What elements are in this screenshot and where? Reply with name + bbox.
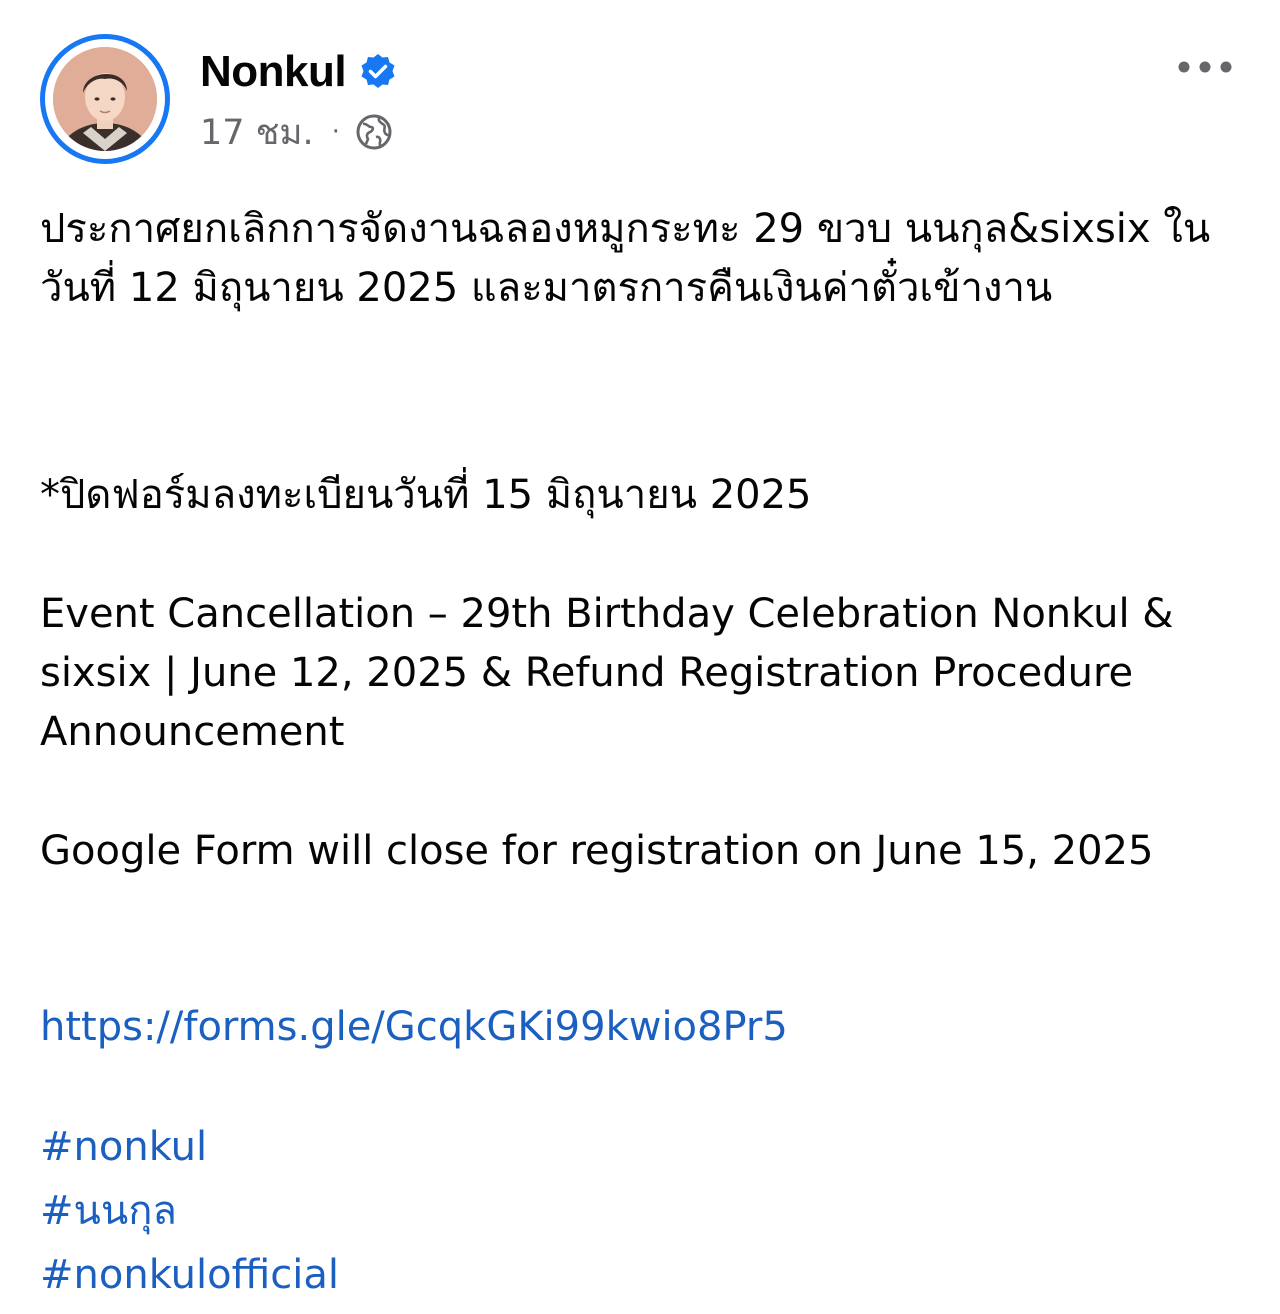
hashtag-link[interactable]: #นนกุล xyxy=(40,1179,339,1243)
meta-separator: · xyxy=(331,117,340,147)
author-row: Nonkul xyxy=(200,44,398,100)
facebook-post: Nonkul 17 ชม. · ประกาศยกเลิกการจัดงานฉลอ… xyxy=(0,0,1280,1314)
author-name[interactable]: Nonkul xyxy=(200,47,347,97)
hashtag-link[interactable]: #nonkul xyxy=(40,1115,339,1179)
google-form-link[interactable]: https://forms.gle/GcqkGKi99kwio8Pr5 xyxy=(40,998,788,1057)
english-note-text: Google Form will close for registration … xyxy=(40,828,1154,874)
english-announcement-text: Event Cancellation – 29th Birthday Celeb… xyxy=(40,591,1174,755)
avatar[interactable] xyxy=(53,47,157,151)
thai-announcement-text: ประกาศยกเลิกการจัดงานฉลองหมูกระทะ 29 ขวบ… xyxy=(40,206,1211,311)
story-ring[interactable] xyxy=(40,34,170,164)
verified-badge-icon xyxy=(358,52,398,92)
post-meta: 17 ชม. · xyxy=(200,108,394,156)
hashtag-list: #nonkul #นนกุล #nonkulofficial xyxy=(40,1115,339,1307)
avatar-photo xyxy=(53,47,157,151)
more-horizontal-icon xyxy=(1178,61,1232,73)
more-options-button[interactable] xyxy=(1170,42,1240,92)
globe-icon[interactable] xyxy=(354,112,394,152)
post-header: Nonkul 17 ชม. · xyxy=(40,32,1240,164)
hashtag-link[interactable]: #nonkulofficial xyxy=(40,1243,339,1307)
post-timestamp[interactable]: 17 ชม. xyxy=(200,105,314,160)
thai-note-text: *ปิดฟอร์มลงทะเบียนวันที่ 15 มิถุนายน 202… xyxy=(40,472,812,518)
